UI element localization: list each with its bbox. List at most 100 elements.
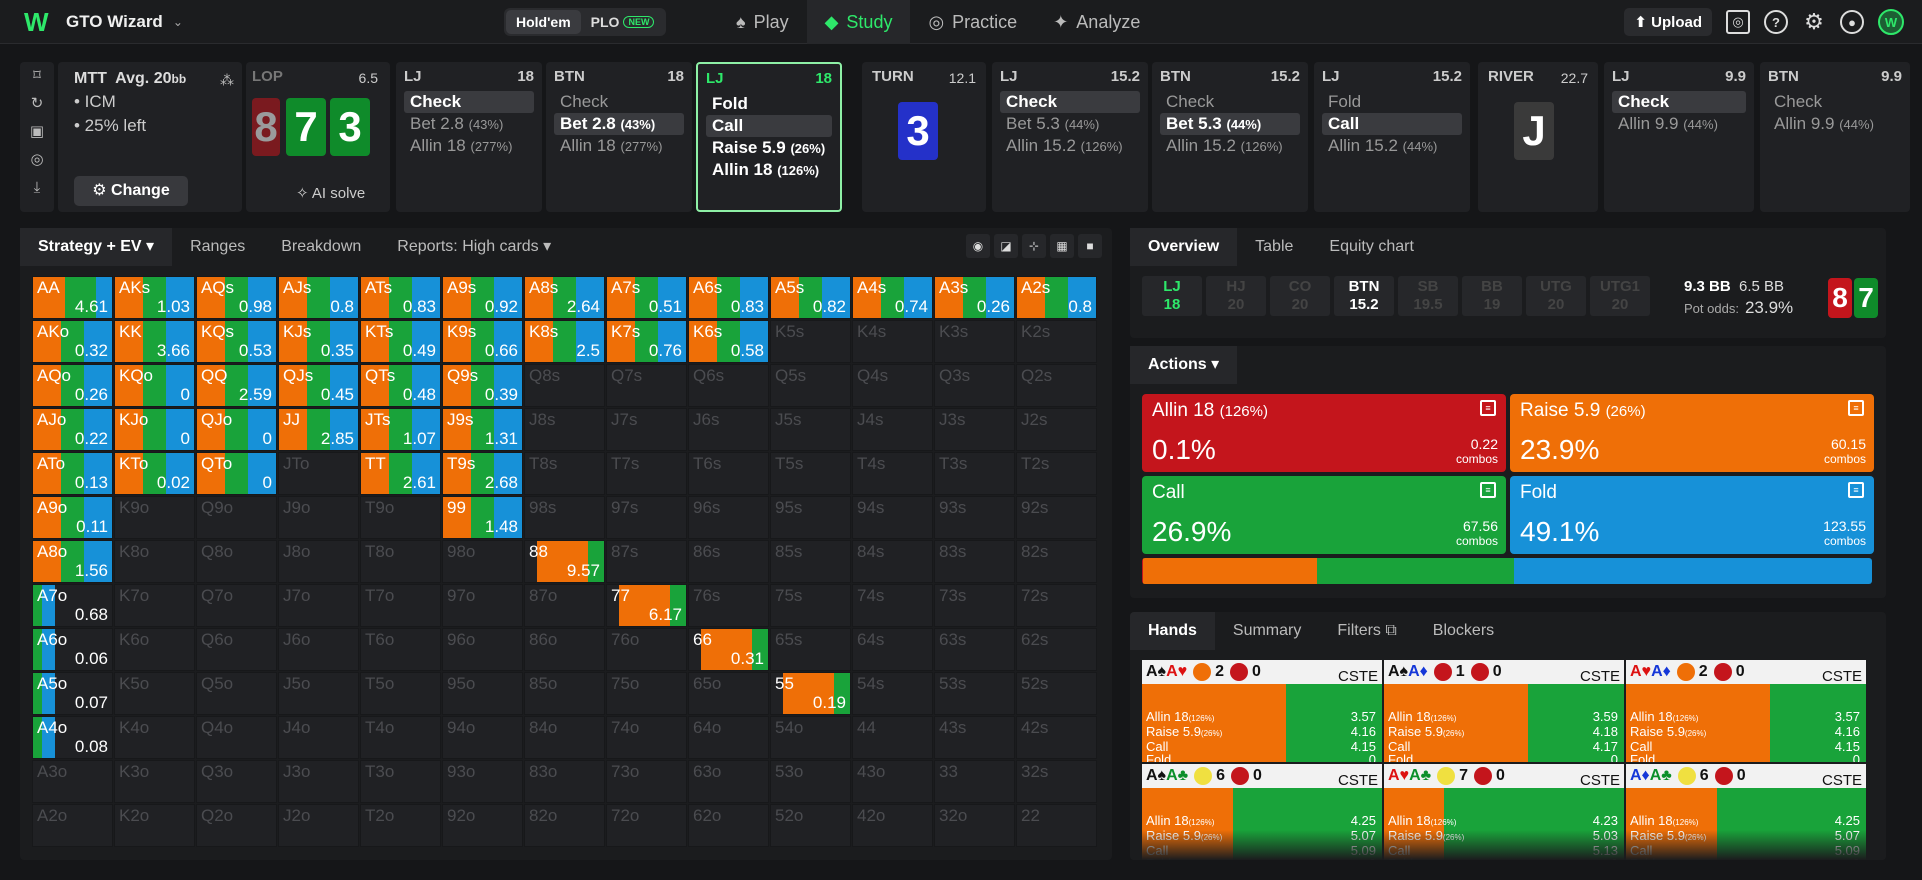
- matrix-cell[interactable]: Q6o: [196, 628, 277, 671]
- matrix-cell[interactable]: JJ 2.85: [278, 408, 359, 451]
- action-box[interactable]: Fold 49.1% 123.55 combos ≡: [1510, 476, 1874, 554]
- matrix-cell[interactable]: 72s: [1016, 584, 1097, 627]
- matrix-cell[interactable]: TT 2.61: [360, 452, 441, 495]
- matrix-cell[interactable]: A3s 0.26: [934, 276, 1015, 319]
- matrix-cell[interactable]: Q2o: [196, 804, 277, 847]
- matrix-cell[interactable]: 73s: [934, 584, 1015, 627]
- node-action[interactable]: Raise 5.9 (26%): [706, 137, 832, 159]
- matrix-cell[interactable]: 85o: [524, 672, 605, 715]
- matrix-cell[interactable]: A4o 0.08: [32, 716, 113, 759]
- screenshot-icon[interactable]: ◎: [1726, 10, 1750, 34]
- nav-practice[interactable]: ◎ Practice: [910, 0, 1035, 44]
- matrix-cell[interactable]: KTs 0.49: [360, 320, 441, 363]
- action-node[interactable]: LJ 15.2 Check Bet 5.3 (44%) Allin 15.2 (126%…: [992, 62, 1148, 212]
- gear-icon[interactable]: ⚙: [1802, 9, 1826, 34]
- matrix-cell[interactable]: K6s 0.58: [688, 320, 769, 363]
- matrix-cell[interactable]: T5s: [770, 452, 851, 495]
- matrix-cell[interactable]: Q5s: [770, 364, 851, 407]
- matrix-cell[interactable]: 84s: [852, 540, 933, 583]
- matrix-cell[interactable]: A8s 2.64: [524, 276, 605, 319]
- matrix-cell[interactable]: Q6s: [688, 364, 769, 407]
- matrix-cell[interactable]: 66 0.31: [688, 628, 769, 671]
- matrix-cell[interactable]: A4s 0.74: [852, 276, 933, 319]
- matrix-cell[interactable]: 54o: [770, 716, 851, 759]
- matrix-cell[interactable]: T2o: [360, 804, 441, 847]
- matrix-cell[interactable]: 83o: [524, 760, 605, 803]
- action-node[interactable]: LJ 9.9 Check Allin 9.9 (44%): [1604, 62, 1754, 212]
- matrix-cell[interactable]: AKs 1.03: [114, 276, 195, 319]
- matrix-cell[interactable]: J4s: [852, 408, 933, 451]
- action-box[interactable]: Raise 5.9 (26%) 23.9% 60.15 combos ≡: [1510, 394, 1874, 472]
- matrix-cell[interactable]: 43s: [934, 716, 1015, 759]
- matrix-cell[interactable]: T7o: [360, 584, 441, 627]
- matrix-cell[interactable]: 76o: [606, 628, 687, 671]
- action-node[interactable]: BTN 9.9 Check Allin 9.9 (44%): [1760, 62, 1910, 212]
- matrix-cell[interactable]: 82o: [524, 804, 605, 847]
- matrix-cell[interactable]: Q7o: [196, 584, 277, 627]
- settings-dots-icon[interactable]: ⁂: [220, 72, 234, 89]
- matrix-cell[interactable]: 63o: [688, 760, 769, 803]
- matrix-cell[interactable]: 64s: [852, 628, 933, 671]
- matrix-cell[interactable]: 53s: [934, 672, 1015, 715]
- notes-icon[interactable]: ≡: [1848, 482, 1864, 498]
- matrix-cell[interactable]: 86s: [688, 540, 769, 583]
- bookmark-icon[interactable]: ⌑: [20, 62, 54, 90]
- matrix-cell[interactable]: 53o: [770, 760, 851, 803]
- matrix-cell[interactable]: JTo: [278, 452, 359, 495]
- matrix-cell[interactable]: A3o: [32, 760, 113, 803]
- tab-filters[interactable]: Filters ⧉: [1319, 612, 1414, 650]
- tab-summary[interactable]: Summary: [1215, 612, 1319, 650]
- matrix-cell[interactable]: KQs 0.53: [196, 320, 277, 363]
- tab-strategy-ev[interactable]: Strategy + EV ▾: [20, 228, 173, 266]
- matrix-cell[interactable]: 88 9.57: [524, 540, 605, 583]
- matrix-cell[interactable]: 85s: [770, 540, 851, 583]
- matrix-cell[interactable]: 43o: [852, 760, 933, 803]
- user-icon[interactable]: ●: [1840, 10, 1864, 34]
- matrix-cell[interactable]: K8s 2.5: [524, 320, 605, 363]
- node-action[interactable]: Check: [1160, 91, 1300, 113]
- credit-icon[interactable]: W: [1878, 9, 1904, 35]
- matrix-cell[interactable]: 82s: [1016, 540, 1097, 583]
- toggle-plo[interactable]: PLO NEW: [581, 10, 665, 34]
- matrix-cell[interactable]: T3s: [934, 452, 1015, 495]
- hand-card[interactable]: A♠ A♦ 1 0 CSTE Allin 18(126%) 3.59 Raise 5.9(26…: [1384, 660, 1624, 762]
- matrix-cell[interactable]: A9o 0.11: [32, 496, 113, 539]
- flop-panel[interactable]: LOP 6.5 8 7 3 ✧ AI solve: [246, 62, 390, 212]
- matrix-cell[interactable]: 65o: [688, 672, 769, 715]
- matrix-cell[interactable]: ATo 0.13: [32, 452, 113, 495]
- matrix-cell[interactable]: 96s: [688, 496, 769, 539]
- matrix-cell[interactable]: 76s: [688, 584, 769, 627]
- matrix-cell[interactable]: T6s: [688, 452, 769, 495]
- turn-panel[interactable]: TURN 12.1 3: [862, 62, 986, 212]
- matrix-cell[interactable]: 64o: [688, 716, 769, 759]
- action-box[interactable]: Allin 18 (126%) 0.1% 0.22 combos ≡: [1142, 394, 1506, 472]
- position-lj[interactable]: LJ 18: [1142, 276, 1202, 316]
- matrix-cell[interactable]: 73o: [606, 760, 687, 803]
- matrix-cell[interactable]: AJo 0.22: [32, 408, 113, 451]
- matrix-cell[interactable]: 72o: [606, 804, 687, 847]
- help-icon[interactable]: ?: [1764, 10, 1788, 34]
- position-sb[interactable]: SB 19.5: [1398, 276, 1458, 316]
- node-action[interactable]: Fold: [1322, 91, 1462, 113]
- node-action[interactable]: Bet 5.3 (44%): [1160, 113, 1300, 135]
- matrix-cell[interactable]: KTo 0.02: [114, 452, 195, 495]
- matrix-cell[interactable]: A9s 0.92: [442, 276, 523, 319]
- matrix-cell[interactable]: Q9s 0.39: [442, 364, 523, 407]
- notes-icon[interactable]: ≡: [1848, 400, 1864, 416]
- matrix-cell[interactable]: K9s 0.66: [442, 320, 523, 363]
- matrix-cell[interactable]: 52o: [770, 804, 851, 847]
- matrix-cell[interactable]: K2o: [114, 804, 195, 847]
- matrix-cell[interactable]: 55 0.19: [770, 672, 851, 715]
- practice-icon[interactable]: ◎: [20, 146, 54, 174]
- matrix-cell[interactable]: 99 1.48: [442, 496, 523, 539]
- matrix-cell[interactable]: J9o: [278, 496, 359, 539]
- matrix-cell[interactable]: 52s: [1016, 672, 1097, 715]
- river-panel[interactable]: RIVER 22.7 J: [1478, 62, 1598, 212]
- matrix-cell[interactable]: K5o: [114, 672, 195, 715]
- matrix-cell[interactable]: AKo 0.32: [32, 320, 113, 363]
- matrix-cell[interactable]: Q3o: [196, 760, 277, 803]
- position-bb[interactable]: BB 19: [1462, 276, 1522, 316]
- matrix-cell[interactable]: T9s 2.68: [442, 452, 523, 495]
- matrix-cell[interactable]: J9s 1.31: [442, 408, 523, 451]
- node-action[interactable]: Check: [554, 91, 684, 113]
